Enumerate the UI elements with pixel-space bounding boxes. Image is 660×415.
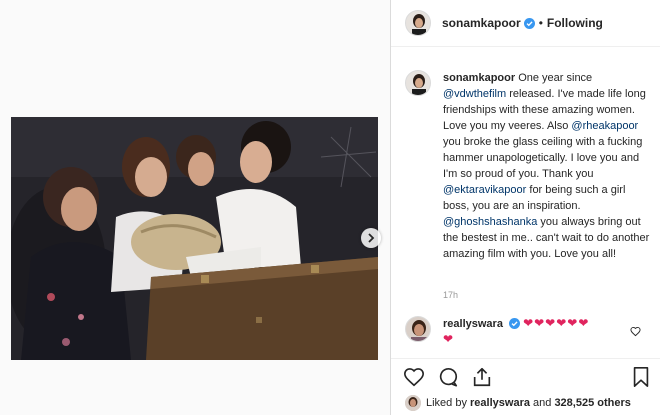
avatar[interactable] [405,70,431,96]
verified-badge-icon [509,318,520,329]
comment-text: reallyswara ❤❤❤❤❤❤ ❤ [443,316,650,348]
liked-by-prefix: Liked by [426,397,471,409]
liked-by: Liked by reallyswara and 328,525 others [405,395,631,411]
comment-hearts-second: ❤ [443,332,455,346]
actions-divider [391,358,660,359]
heart-outline-icon[interactable] [403,366,425,388]
caption-mention-link[interactable]: @rheakapoor [571,120,638,132]
caption-mention-link[interactable]: @vdwthefilm [443,88,506,100]
media-pane [0,0,390,415]
next-image-button[interactable] [361,228,381,248]
liked-by-middle: and [529,397,555,409]
post-photo[interactable] [11,117,378,360]
verified-badge-icon [523,17,535,29]
share-icon[interactable] [471,366,493,388]
liked-by-user[interactable]: reallyswara [470,397,530,409]
separator-dot: • [538,16,543,30]
post-timestamp[interactable]: 17h [443,290,458,300]
post-header: sonamkapoor • Following [391,0,660,47]
caption-text-segment: you broke the glass ceiling with a fucki… [443,136,643,180]
avatar[interactable] [405,395,421,411]
caption-mention-link[interactable]: @ghoshshashanka [443,216,537,228]
following-button[interactable]: Following [547,16,603,30]
caption-mention-link[interactable]: @ektaravikapoor [443,184,526,196]
caption-username[interactable]: sonamkapoor [443,72,515,84]
action-bar [403,366,653,388]
comment: reallyswara ❤❤❤❤❤❤ ❤ [405,316,650,348]
likes-count[interactable]: 328,525 others [554,397,630,409]
chevron-right-icon [368,233,375,243]
comment-like-heart-icon[interactable] [630,326,641,337]
avatar[interactable] [405,316,431,342]
comment-bubble-icon[interactable] [437,366,459,388]
post-author-username[interactable]: sonamkapoor [442,16,521,30]
comment-username[interactable]: reallyswara [443,318,503,330]
caption-text: sonamkapoor One year since @vdwthefilm r… [443,70,650,262]
comment-hearts: ❤❤❤❤❤❤ [523,316,590,330]
bookmark-icon[interactable] [630,366,652,388]
caption-text-segment: One year since [515,72,593,84]
post-sidebar: sonamkapoor • Following sonamkapoor One … [391,0,660,415]
caption: sonamkapoor One year since @vdwthefilm r… [405,70,650,262]
avatar[interactable] [405,10,431,36]
